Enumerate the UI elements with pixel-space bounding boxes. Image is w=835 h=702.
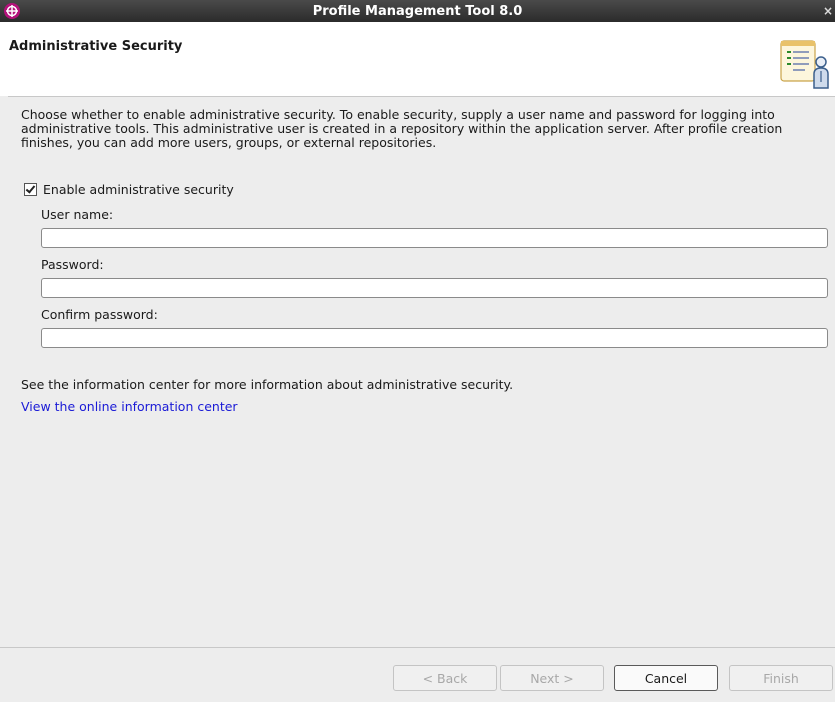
back-button[interactable]: < Back xyxy=(393,665,497,691)
wizard-header: Administrative Security xyxy=(0,22,835,97)
username-field[interactable] xyxy=(41,228,828,248)
username-label: User name: xyxy=(41,207,114,222)
wizard-checklist-user-icon xyxy=(780,38,832,93)
enable-security-label[interactable]: Enable administrative security xyxy=(43,182,234,197)
finish-button[interactable]: Finish xyxy=(729,665,833,691)
info-center-link[interactable]: View the online information center xyxy=(21,399,238,414)
info-center-text: See the information center for more info… xyxy=(21,377,514,392)
window-title: Profile Management Tool 8.0 xyxy=(312,4,523,19)
enable-security-checkbox[interactable] xyxy=(24,183,37,196)
confirm-password-label: Confirm password: xyxy=(41,307,158,322)
password-label: Password: xyxy=(41,257,104,272)
password-field[interactable] xyxy=(41,278,828,298)
title-bar: Profile Management Tool 8.0 × xyxy=(0,0,835,22)
close-icon[interactable]: × xyxy=(823,4,833,18)
page-title: Administrative Security xyxy=(9,39,183,54)
wizard-button-bar: < Back Next > Cancel Finish xyxy=(0,647,835,702)
cancel-button[interactable]: Cancel xyxy=(614,665,718,691)
confirm-password-field[interactable] xyxy=(41,328,828,348)
description-text: Choose whether to enable administrative … xyxy=(21,107,783,150)
next-button[interactable]: Next > xyxy=(500,665,604,691)
wizard-content: Choose whether to enable administrative … xyxy=(0,97,835,647)
